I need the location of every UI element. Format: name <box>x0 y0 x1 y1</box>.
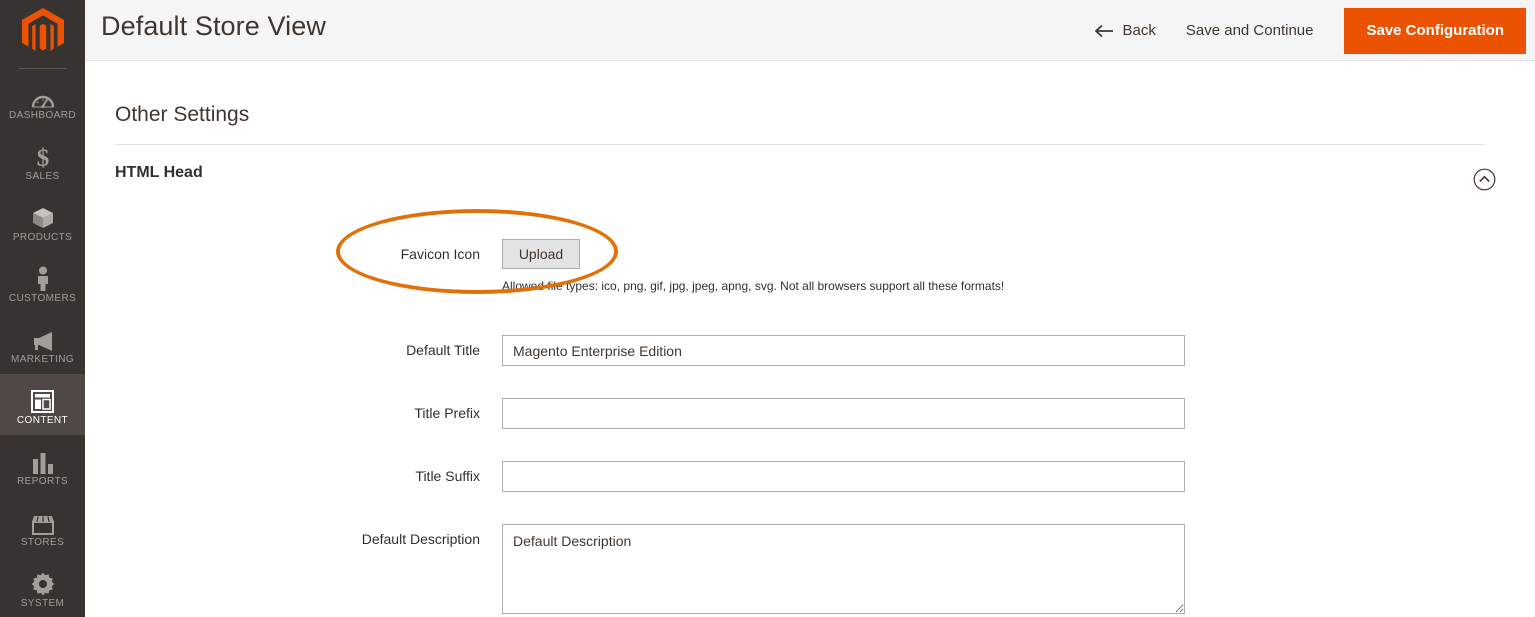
field-control-title-suffix <box>502 461 1185 492</box>
field-control-title-prefix <box>502 398 1185 429</box>
sales-icon: $ <box>33 143 53 169</box>
svg-text:$: $ <box>36 145 49 169</box>
sidebar-item-label: MARKETING <box>10 354 75 365</box>
field-row-default-description: Default Description Default Description <box>85 524 1535 617</box>
marketing-icon <box>30 326 56 352</box>
page-header: Default Store View Back Save and Continu… <box>85 0 1535 61</box>
system-icon <box>31 570 55 596</box>
sidebar-item-label: DASHBOARD <box>9 110 76 121</box>
back-button-label: Back <box>1122 22 1156 39</box>
field-label-default-title: Default Title <box>406 342 480 358</box>
sidebar-item-products[interactable]: PRODUCTS <box>0 191 85 252</box>
sidebar-item-label: PRODUCTS <box>12 232 73 243</box>
back-button[interactable]: Back <box>1082 22 1168 39</box>
default-description-textarea[interactable]: Default Description <box>502 524 1185 614</box>
favicon-allowed-types-note: Allowed file types: ico, png, gif, jpg, … <box>502 279 1005 293</box>
field-label-default-description: Default Description <box>361 531 480 547</box>
sidebar-item-stores[interactable]: STORES <box>0 496 85 557</box>
stores-icon <box>30 509 56 535</box>
content-icon <box>31 387 54 413</box>
group-title-html-head: HTML Head <box>115 164 203 181</box>
sidebar-item-system[interactable]: SYSTEM <box>0 557 85 617</box>
magento-admin-page: DASHBOARD $ SALES PRODUCTS CUSTOMERS MAR… <box>0 0 1535 617</box>
default-title-input[interactable] <box>502 335 1185 366</box>
field-control-default-description: Default Description <box>502 524 1185 617</box>
customers-icon <box>35 265 51 291</box>
magento-logo[interactable] <box>0 0 85 62</box>
sidebar-item-marketing[interactable]: MARKETING <box>0 313 85 374</box>
save-configuration-button[interactable]: Save Configuration <box>1344 7 1526 54</box>
field-row-default-title: Default Title <box>85 335 1535 366</box>
sidebar-item-reports[interactable]: REPORTS <box>0 435 85 496</box>
upload-button[interactable]: Upload <box>502 239 580 269</box>
sidebar-item-dashboard[interactable]: DASHBOARD <box>0 69 85 130</box>
field-row-favicon-icon: Favicon Icon Upload Allowed file types: … <box>85 239 1535 293</box>
field-row-title-prefix: Title Prefix <box>85 398 1535 429</box>
sidebar-item-customers[interactable]: CUSTOMERS <box>0 252 85 313</box>
chevron-up-circle-icon[interactable] <box>1473 168 1496 191</box>
sidebar-item-label: STORES <box>20 537 65 548</box>
admin-sidebar: DASHBOARD $ SALES PRODUCTS CUSTOMERS MAR… <box>0 0 85 617</box>
field-label-title-suffix: Title Suffix <box>415 468 480 484</box>
field-label-title-prefix: Title Prefix <box>414 405 480 421</box>
products-icon <box>31 204 55 230</box>
section-divider <box>115 144 1485 145</box>
settings-content: Other Settings HTML Head Favicon Icon Up… <box>85 61 1535 617</box>
sidebar-item-label: SYSTEM <box>20 598 65 609</box>
section-title: Other Settings <box>115 103 250 126</box>
arrow-left-icon <box>1094 24 1113 37</box>
page-title: Default Store View <box>101 11 326 41</box>
field-label-favicon-icon: Favicon Icon <box>400 246 480 262</box>
save-and-continue-button[interactable]: Save and Continue <box>1168 22 1332 39</box>
sidebar-item-content[interactable]: CONTENT <box>0 374 85 435</box>
field-control-default-title <box>502 335 1185 366</box>
sidebar-item-label: CUSTOMERS <box>8 293 77 304</box>
title-suffix-input[interactable] <box>502 461 1185 492</box>
dashboard-icon <box>31 82 55 108</box>
reports-icon <box>31 448 55 474</box>
field-row-title-suffix: Title Suffix <box>85 461 1535 492</box>
field-control-favicon-icon: Upload Allowed file types: ico, png, gif… <box>502 239 1004 293</box>
sidebar-item-label: REPORTS <box>17 476 68 487</box>
header-actions: Back Save and Continue Save Configuratio… <box>1082 0 1535 61</box>
magento-logo-icon <box>21 8 64 51</box>
sidebar-item-label: CONTENT <box>16 415 69 426</box>
sidebar-item-label: SALES <box>25 171 60 182</box>
title-prefix-input[interactable] <box>502 398 1185 429</box>
sidebar-item-sales[interactable]: $ SALES <box>0 130 85 191</box>
